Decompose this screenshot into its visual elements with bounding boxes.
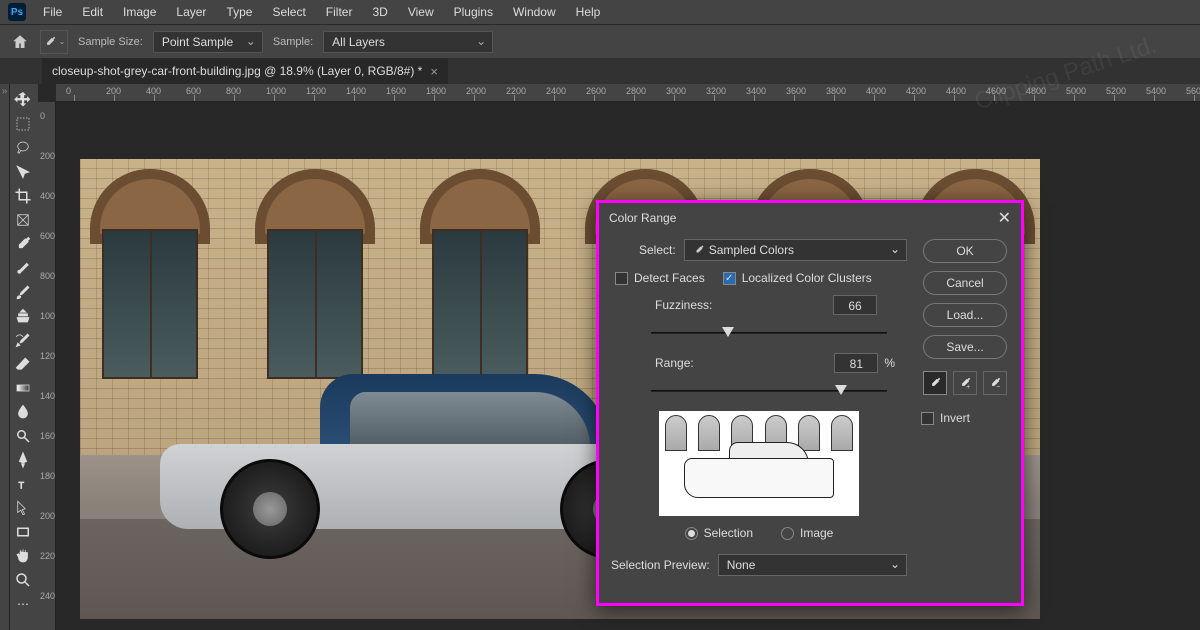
- move-tool[interactable]: [10, 88, 36, 112]
- options-bar: ⌄ Sample Size: Point Sample Sample: All …: [0, 24, 1200, 58]
- menu-image[interactable]: Image: [114, 2, 165, 22]
- app-icon: Ps: [8, 3, 26, 21]
- quick-select-tool[interactable]: [10, 160, 36, 184]
- menubar: Ps File Edit Image Layer Type Select Fil…: [0, 0, 1200, 24]
- fuzziness-input[interactable]: 66: [833, 295, 877, 315]
- type-tool[interactable]: T: [10, 472, 36, 496]
- marquee-tool[interactable]: [10, 112, 36, 136]
- hand-tool[interactable]: [10, 544, 36, 568]
- save-button[interactable]: Save...: [923, 335, 1007, 359]
- fuzziness-label: Fuzziness:: [655, 298, 712, 312]
- menu-view[interactable]: View: [399, 2, 443, 22]
- gradient-tool[interactable]: [10, 376, 36, 400]
- document-tabbar: closeup-shot-grey-car-front-building.jpg…: [0, 58, 1200, 84]
- lasso-tool[interactable]: [10, 136, 36, 160]
- frame-tool[interactable]: [10, 208, 36, 232]
- svg-text:−: −: [996, 384, 1000, 390]
- dodge-tool[interactable]: [10, 424, 36, 448]
- eraser-tool[interactable]: [10, 352, 36, 376]
- ok-button[interactable]: OK: [923, 239, 1007, 263]
- range-unit: %: [884, 356, 895, 370]
- menu-layer[interactable]: Layer: [167, 2, 215, 22]
- fuzziness-slider[interactable]: [651, 325, 887, 341]
- selection-preview-image[interactable]: [659, 411, 859, 516]
- horizontal-ruler[interactable]: 0200400600800100012001400160018002000220…: [56, 84, 1200, 102]
- detect-faces-checkbox[interactable]: [615, 272, 628, 285]
- menu-plugins[interactable]: Plugins: [445, 2, 502, 22]
- blur-tool[interactable]: [10, 400, 36, 424]
- detect-faces-label: Detect Faces: [634, 271, 705, 285]
- color-range-dialog: Color Range ✕ Select: Sampled Colors Det…: [596, 200, 1024, 606]
- range-input[interactable]: 81: [834, 353, 878, 373]
- clone-stamp-tool[interactable]: [10, 304, 36, 328]
- selection-radio[interactable]: [685, 527, 698, 540]
- load-button[interactable]: Load...: [923, 303, 1007, 327]
- sample-size-dropdown[interactable]: Point Sample: [153, 31, 263, 53]
- dialog-close-icon[interactable]: ✕: [998, 208, 1011, 228]
- cancel-button[interactable]: Cancel: [923, 271, 1007, 295]
- menu-select[interactable]: Select: [263, 2, 314, 22]
- rectangle-tool[interactable]: [10, 520, 36, 544]
- sample-dropdown[interactable]: All Layers: [323, 31, 493, 53]
- menu-filter[interactable]: Filter: [317, 2, 362, 22]
- range-label: Range:: [655, 356, 694, 370]
- tab-close-icon[interactable]: ×: [430, 64, 438, 79]
- panel-expand-icon[interactable]: »: [0, 84, 10, 630]
- crop-tool[interactable]: [10, 184, 36, 208]
- eyedropper-icon[interactable]: [923, 371, 947, 395]
- menu-3d[interactable]: 3D: [363, 2, 396, 22]
- eyedropper-tool[interactable]: [10, 232, 36, 256]
- document-tab[interactable]: closeup-shot-grey-car-front-building.jpg…: [42, 58, 448, 84]
- eyedropper-minus-icon[interactable]: −: [983, 371, 1007, 395]
- menu-edit[interactable]: Edit: [73, 2, 112, 22]
- history-brush-tool[interactable]: [10, 328, 36, 352]
- invert-label: Invert: [940, 411, 970, 425]
- selection-radio-label: Selection: [704, 526, 753, 540]
- image-radio[interactable]: [781, 527, 794, 540]
- toolbar: T ⋯: [10, 84, 38, 630]
- edit-toolbar[interactable]: ⋯: [10, 592, 36, 616]
- zoom-tool[interactable]: [10, 568, 36, 592]
- select-dropdown[interactable]: Sampled Colors: [684, 239, 907, 261]
- selection-preview-label: Selection Preview:: [611, 558, 710, 572]
- svg-text:+: +: [966, 384, 970, 390]
- invert-checkbox[interactable]: [921, 412, 934, 425]
- menu-help[interactable]: Help: [567, 2, 610, 22]
- path-select-tool[interactable]: [10, 496, 36, 520]
- localized-clusters-checkbox[interactable]: ✓: [723, 272, 736, 285]
- image-radio-label: Image: [800, 526, 833, 540]
- range-slider[interactable]: [651, 383, 887, 399]
- vertical-ruler[interactable]: 0200400600800100012001400160018002000220…: [38, 102, 56, 630]
- select-label: Select:: [639, 243, 676, 257]
- tab-title: closeup-shot-grey-car-front-building.jpg…: [52, 64, 422, 78]
- healing-brush-tool[interactable]: [10, 256, 36, 280]
- tool-preset-eyedropper[interactable]: ⌄: [40, 30, 68, 54]
- localized-clusters-label: Localized Color Clusters: [742, 271, 872, 285]
- menu-window[interactable]: Window: [504, 2, 565, 22]
- svg-text:T: T: [19, 481, 25, 491]
- sample-size-label: Sample Size:: [78, 36, 143, 48]
- pen-tool[interactable]: [10, 448, 36, 472]
- sample-label: Sample:: [273, 36, 313, 48]
- selection-preview-dropdown[interactable]: None: [718, 554, 907, 576]
- eyedropper-plus-icon[interactable]: +: [953, 371, 977, 395]
- dialog-title: Color Range: [609, 211, 676, 225]
- home-icon[interactable]: [10, 32, 30, 52]
- menu-file[interactable]: File: [34, 2, 71, 22]
- menu-type[interactable]: Type: [217, 2, 261, 22]
- brush-tool[interactable]: [10, 280, 36, 304]
